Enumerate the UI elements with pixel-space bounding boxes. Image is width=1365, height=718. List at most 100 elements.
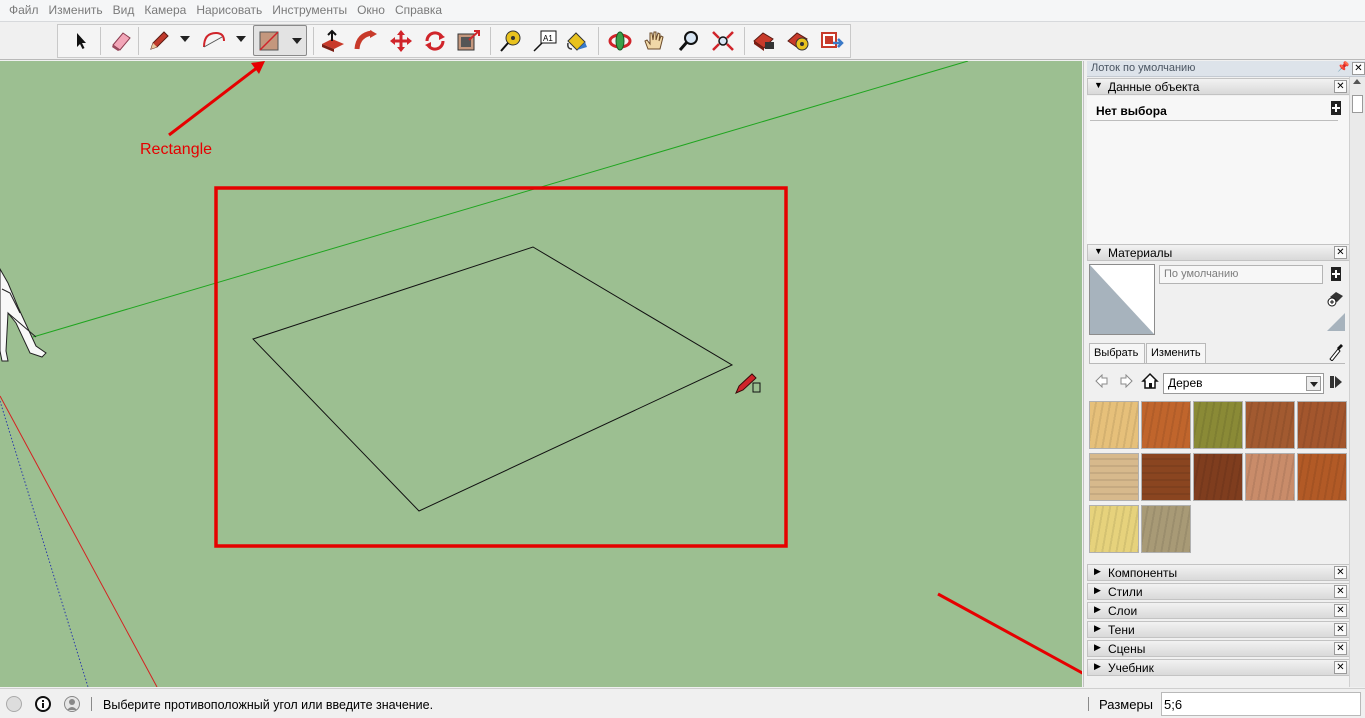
forward-icon[interactable] xyxy=(1119,373,1133,391)
push-pull-icon[interactable] xyxy=(320,28,346,54)
arc-icon[interactable] xyxy=(200,28,226,54)
menu-file[interactable]: Файл xyxy=(4,0,44,21)
panel-close-icon[interactable]: ✕ xyxy=(1334,661,1347,674)
zoom-extents-icon[interactable] xyxy=(710,28,736,54)
panel-close-icon[interactable]: ✕ xyxy=(1334,604,1347,617)
panel-header-scenes[interactable]: ▶ Сцены ✕ xyxy=(1087,640,1350,657)
status-arrow xyxy=(937,592,1082,675)
material-swatch[interactable] xyxy=(1141,505,1191,553)
pencil-dropdown-icon[interactable] xyxy=(180,36,190,42)
default-material-icon[interactable] xyxy=(1327,313,1345,331)
pan-icon[interactable] xyxy=(641,28,667,54)
default-tray: Лоток по умолчанию 📌 ✕ ▼ Данные объекта … xyxy=(1083,61,1365,687)
toolbar-separator xyxy=(138,27,139,55)
material-swatch[interactable] xyxy=(1089,453,1139,501)
library-select[interactable]: Дерев xyxy=(1163,373,1324,394)
orbit-icon[interactable] xyxy=(607,28,633,54)
expand-icon: ▶ xyxy=(1094,585,1101,595)
drawing-viewport[interactable]: Rectangle xyxy=(0,61,1082,687)
measurements-label: Размеры xyxy=(1099,697,1154,712)
paint-bucket-icon[interactable] xyxy=(564,28,590,54)
details-arrow-icon[interactable] xyxy=(1329,374,1343,393)
material-swatch[interactable] xyxy=(1245,453,1295,501)
scroll-thumb[interactable] xyxy=(1352,95,1363,113)
material-swatch[interactable] xyxy=(1141,401,1191,449)
menu-window[interactable]: Окно xyxy=(352,0,390,21)
collapse-icon: ▼ xyxy=(1094,246,1103,256)
green-axis xyxy=(32,61,969,338)
arc-dropdown-icon[interactable] xyxy=(236,36,246,42)
materials-body: По умолчанию Выбрать Изменить Дерев xyxy=(1087,263,1350,561)
menu-help[interactable]: Справка xyxy=(390,0,447,21)
material-swatch[interactable] xyxy=(1193,453,1243,501)
tray-close-icon[interactable]: ✕ xyxy=(1352,62,1365,75)
select-tool-icon[interactable] xyxy=(68,28,94,54)
material-swatch[interactable] xyxy=(1193,401,1243,449)
material-swatch[interactable] xyxy=(1297,401,1347,449)
tab-select[interactable]: Выбрать xyxy=(1089,343,1145,363)
details-toggle-icon[interactable] xyxy=(1327,265,1345,283)
details-toggle-icon[interactable] xyxy=(1327,99,1345,117)
back-icon[interactable] xyxy=(1095,373,1109,391)
panel-header-styles[interactable]: ▶ Стили ✕ xyxy=(1087,583,1350,600)
panel-header-layers[interactable]: ▶ Слои ✕ xyxy=(1087,602,1350,619)
entity-info-title: Данные объекта xyxy=(1108,80,1200,94)
material-swatch[interactable] xyxy=(1245,401,1295,449)
materials-header[interactable]: ▼ Материалы ✕ xyxy=(1087,244,1350,261)
material-swatch[interactable] xyxy=(1141,453,1191,501)
entity-info-header[interactable]: ▼ Данные объекта ✕ xyxy=(1087,78,1350,95)
warehouse-icon[interactable] xyxy=(751,28,777,54)
move-icon[interactable] xyxy=(388,28,414,54)
panel-close-icon[interactable]: ✕ xyxy=(1334,246,1347,259)
menu-bar: Файл Изменить Вид Камера Нарисовать Инст… xyxy=(0,0,1365,21)
pencil-icon[interactable] xyxy=(146,28,172,54)
tape-measure-icon[interactable] xyxy=(498,28,524,54)
share-model-icon[interactable] xyxy=(819,28,845,54)
eyedropper-icon[interactable] xyxy=(1327,343,1345,361)
materials-nav: Дерев xyxy=(1089,371,1345,395)
panel-close-icon[interactable]: ✕ xyxy=(1334,566,1347,579)
rectangle-tool-button[interactable] xyxy=(253,25,307,56)
material-swatch[interactable] xyxy=(1089,401,1139,449)
home-icon[interactable] xyxy=(1141,372,1159,393)
red-axis xyxy=(0,395,158,687)
tab-divider xyxy=(1089,363,1345,364)
zoom-icon[interactable] xyxy=(676,28,702,54)
menu-camera[interactable]: Камера xyxy=(139,0,191,21)
menu-view[interactable]: Вид xyxy=(108,0,140,21)
offset-icon[interactable] xyxy=(456,28,482,54)
expand-icon: ▶ xyxy=(1094,566,1101,576)
user-icon[interactable] xyxy=(64,696,80,712)
measurements-input[interactable]: 5;6 xyxy=(1161,692,1361,716)
pin-icon[interactable]: 📌 xyxy=(1337,62,1349,73)
panel-close-icon[interactable]: ✕ xyxy=(1334,585,1347,598)
panel-close-icon[interactable]: ✕ xyxy=(1334,623,1347,636)
tray-title: Лоток по умолчанию xyxy=(1091,62,1196,74)
text-tool-icon[interactable]: A1 xyxy=(532,28,558,54)
menu-tools[interactable]: Инструменты xyxy=(267,0,352,21)
create-material-icon[interactable] xyxy=(1327,289,1345,307)
material-swatch[interactable] xyxy=(1089,505,1139,553)
tray-scrollbar[interactable] xyxy=(1349,77,1365,687)
chevron-down-icon[interactable] xyxy=(1306,376,1321,391)
menu-edit[interactable]: Изменить xyxy=(44,0,108,21)
geolocation-icon[interactable] xyxy=(6,696,22,712)
material-name-field[interactable]: По умолчанию xyxy=(1159,265,1323,284)
panel-header-shadows[interactable]: ▶ Тени ✕ xyxy=(1087,621,1350,638)
material-swatch[interactable] xyxy=(1297,453,1347,501)
extension-warehouse-icon[interactable] xyxy=(785,28,811,54)
eraser-icon[interactable] xyxy=(108,28,134,54)
blue-axis xyxy=(0,400,89,687)
follow-me-icon[interactable] xyxy=(354,28,380,54)
panel-header-instructor[interactable]: ▶ Учебник ✕ xyxy=(1087,659,1350,676)
status-separator xyxy=(1088,697,1089,711)
panel-close-icon[interactable]: ✕ xyxy=(1334,80,1347,93)
menu-draw[interactable]: Нарисовать xyxy=(191,0,267,21)
panel-header-components[interactable]: ▶ Компоненты ✕ xyxy=(1087,564,1350,581)
rotate-icon[interactable] xyxy=(422,28,448,54)
info-icon[interactable] xyxy=(35,696,51,712)
panel-close-icon[interactable]: ✕ xyxy=(1334,642,1347,655)
scroll-up-icon[interactable] xyxy=(1353,79,1361,84)
toolbar-separator xyxy=(490,27,491,55)
tab-edit[interactable]: Изменить xyxy=(1146,343,1206,363)
